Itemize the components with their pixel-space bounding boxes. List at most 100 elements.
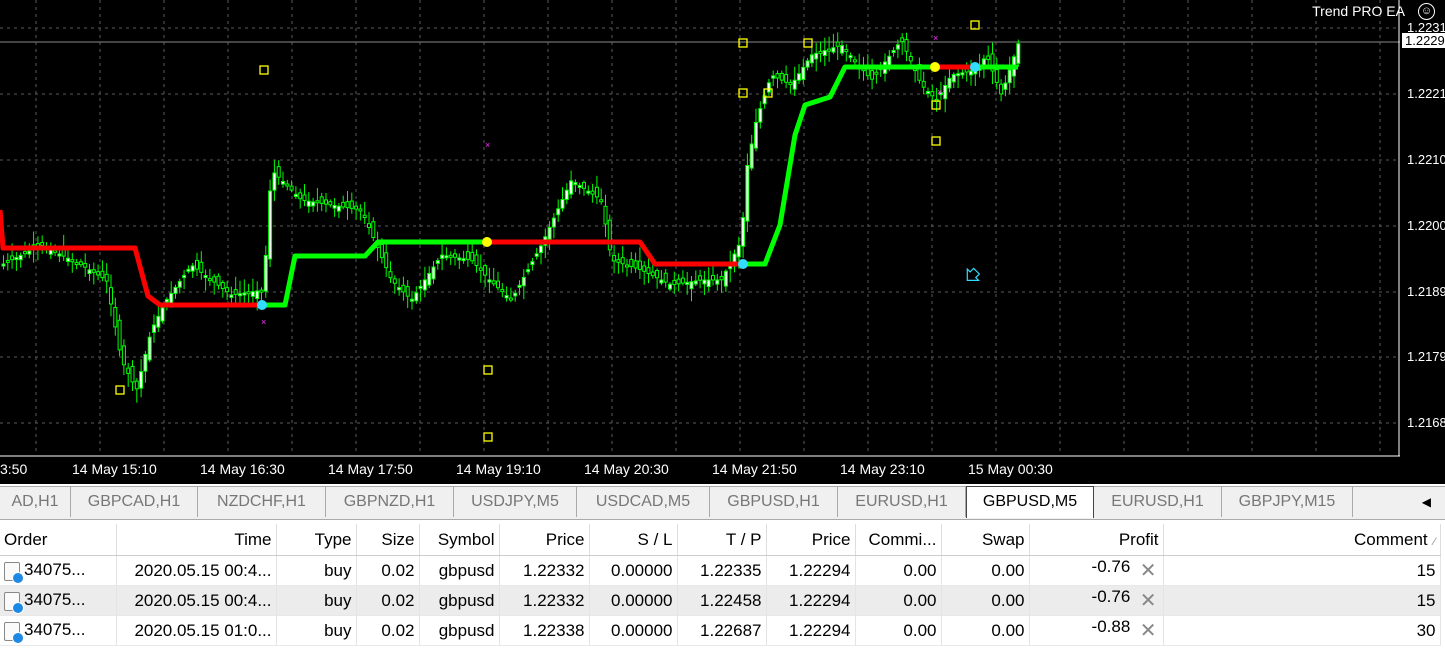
- candle-body: [453, 253, 457, 258]
- cell-commission: 0.00: [855, 615, 942, 646]
- candle-body: [358, 208, 363, 212]
- close-order-icon[interactable]: ✕: [1140, 587, 1157, 615]
- time-tick: 14 May 21:50: [712, 461, 797, 477]
- cell-tp[interactable]: 1.22687: [677, 615, 767, 646]
- col-current-price[interactable]: Price: [766, 524, 856, 556]
- tab-gbpnzd-h1[interactable]: GBPNZD,H1: [326, 487, 454, 517]
- col-sl[interactable]: S / L: [589, 524, 678, 556]
- table-row[interactable]: 34075... 2020.05.15 01:0... buy 0.02 gbp…: [0, 615, 1441, 646]
- candle-body: [139, 371, 144, 389]
- tab-gbpcad-h1[interactable]: GBPCAD,H1: [71, 487, 198, 517]
- col-tp[interactable]: T / P: [677, 524, 767, 556]
- cell-tp[interactable]: 1.22458: [677, 585, 767, 616]
- candle-body: [302, 194, 307, 201]
- cell-sl[interactable]: 0.00000: [589, 585, 678, 616]
- col-profit[interactable]: Profit: [1029, 524, 1164, 556]
- candle-body: [818, 50, 823, 54]
- col-type[interactable]: Type: [276, 524, 357, 556]
- candle-body: [173, 286, 178, 294]
- candle-body: [607, 219, 612, 251]
- cell-sl[interactable]: 0.00000: [589, 555, 678, 586]
- candle-body: [470, 251, 475, 262]
- candle-body: [121, 345, 126, 366]
- candle-body: [986, 55, 991, 61]
- scroll-left-icon[interactable]: ◀: [1422, 487, 1431, 517]
- col-commission[interactable]: Commi...: [855, 524, 942, 556]
- order-id: 34075...: [24, 590, 86, 610]
- candle-body: [315, 200, 320, 204]
- candle-body: [650, 271, 655, 277]
- signal-dot: [930, 62, 940, 72]
- tab-usdjpy-m5[interactable]: USDJPY,M5: [454, 487, 577, 517]
- candle-body: [668, 283, 672, 290]
- tab-gbpusd-h1[interactable]: GBPUSD,H1: [710, 487, 838, 517]
- col-price[interactable]: Price: [499, 524, 590, 556]
- candle-body: [414, 292, 419, 302]
- tab-gbpjpy-m15[interactable]: GBPJPY,M15: [1222, 487, 1353, 517]
- candle-body: [788, 81, 793, 85]
- candle-body: [349, 200, 354, 209]
- candle-body: [801, 66, 806, 80]
- candle-body: [83, 262, 88, 268]
- cell-commission: 0.00: [855, 555, 942, 586]
- candle-body: [293, 193, 298, 198]
- table-row[interactable]: 34075... 2020.05.15 00:4... buy 0.02 gbp…: [0, 555, 1441, 586]
- candle-body: [951, 74, 956, 83]
- col-swap[interactable]: Swap: [941, 524, 1030, 556]
- candle-body: [685, 281, 690, 285]
- chart-canvas[interactable]: × × × ×: [0, 0, 1400, 484]
- close-order-icon[interactable]: ✕: [1140, 617, 1157, 645]
- candle-body: [616, 259, 621, 263]
- candle-body: [491, 280, 496, 285]
- smiley-icon[interactable]: ☺: [1418, 3, 1435, 20]
- col-time[interactable]: Time: [116, 524, 277, 556]
- candle-body: [272, 172, 277, 191]
- table-row[interactable]: 34075... 2020.05.15 00:4... buy 0.02 gbp…: [0, 585, 1441, 616]
- tab-usdcad-m5[interactable]: USDCAD,M5: [577, 487, 710, 517]
- candle-body: [689, 281, 694, 290]
- candle-body: [384, 252, 389, 269]
- candle-body: [289, 185, 294, 191]
- price-tick: 1.2200: [1407, 218, 1445, 233]
- candle-body: [109, 287, 113, 305]
- close-order-icon[interactable]: ✕: [1140, 557, 1157, 585]
- col-size[interactable]: Size: [356, 524, 420, 556]
- col-symbol[interactable]: Symbol: [419, 524, 500, 556]
- candle-body: [104, 273, 109, 282]
- price-tick: 1.2231: [1407, 20, 1445, 35]
- tab-gbpusd-m5[interactable]: GBPUSD,M5: [966, 486, 1094, 518]
- candle-body: [814, 52, 819, 60]
- candle-body: [186, 268, 191, 272]
- candle-body: [513, 292, 518, 297]
- cell-tp[interactable]: 1.22335: [677, 555, 767, 586]
- cell-sl[interactable]: 0.00000: [589, 615, 678, 646]
- cell-current-price: 1.22294: [766, 555, 856, 586]
- col-comment[interactable]: Comment ⁄: [1163, 524, 1441, 556]
- candle-body: [435, 260, 440, 264]
- time-tick: 14 May 15:10: [72, 461, 157, 477]
- order-icon: [4, 591, 24, 614]
- candle-body: [238, 293, 242, 297]
- tab-eurusd-h1[interactable]: EURUSD,H1: [838, 487, 966, 517]
- cell-order: 34075...: [0, 585, 117, 616]
- cell-profit: ✕ -0.76: [1029, 555, 1164, 586]
- candle-body: [891, 50, 896, 54]
- profit-value: -0.76: [1091, 586, 1131, 606]
- tab-nzdchf-h1[interactable]: NZDCHF,H1: [198, 487, 326, 517]
- tab-eurusd-h1-2[interactable]: EURUSD,H1: [1094, 487, 1222, 517]
- time-tick: 14 May 20:30: [584, 461, 669, 477]
- tab-ad-h1[interactable]: AD,H1: [0, 487, 71, 517]
- candle-body: [594, 186, 599, 198]
- col-order[interactable]: Order: [0, 524, 117, 556]
- candle-body: [397, 287, 402, 291]
- orders-table: Order Time Type Size Symbol Price S / L …: [0, 524, 1441, 646]
- price-chart[interactable]: × × × × Trend PRO EA ☺ 1.2229 1.2231 1.2221…: [0, 0, 1445, 484]
- candle-body: [164, 298, 169, 303]
- candle-body: [487, 279, 492, 283]
- cell-time: 2020.05.15 00:4...: [116, 585, 277, 616]
- candle-body: [874, 71, 879, 75]
- candle-body: [564, 189, 569, 200]
- candle-body: [547, 226, 552, 240]
- box-marker: [115, 385, 125, 395]
- candle-body: [573, 182, 578, 186]
